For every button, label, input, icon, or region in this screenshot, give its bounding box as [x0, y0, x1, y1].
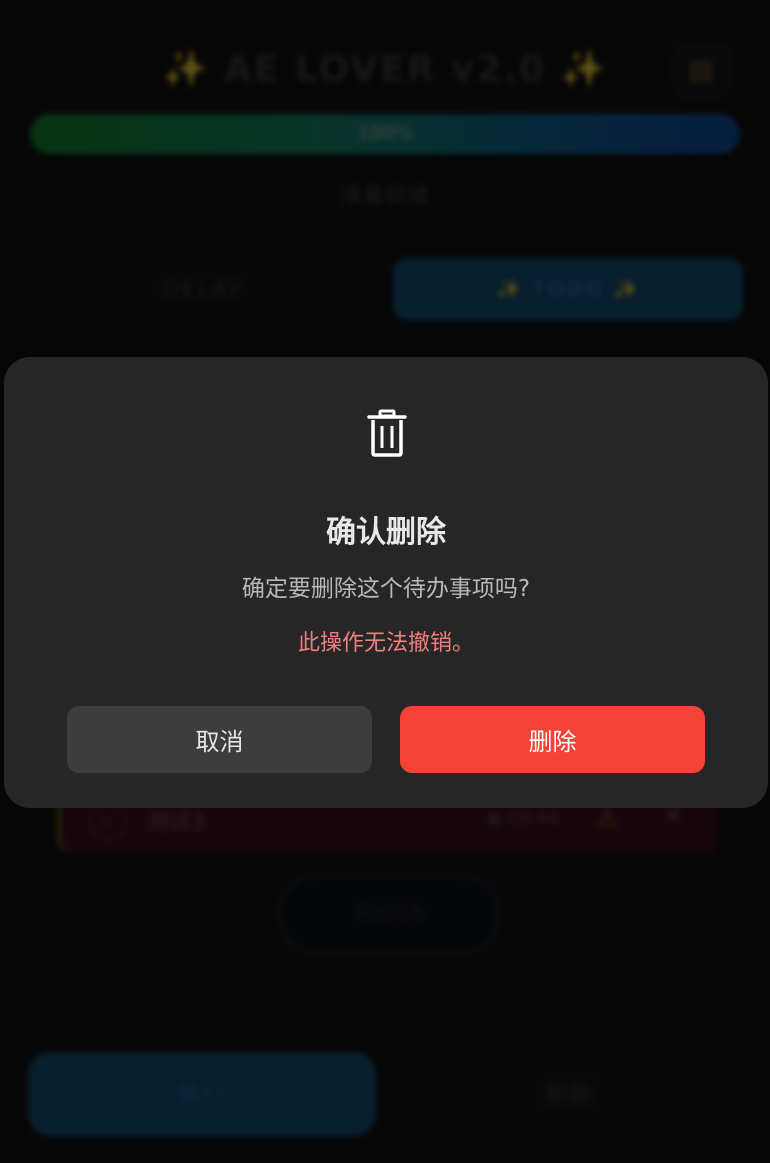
dialog-message: 确定要删除这个待办事项吗? — [241, 576, 531, 602]
trash-icon — [367, 409, 407, 457]
delete-button[interactable]: 删除 — [400, 706, 705, 773]
cancel-button[interactable]: 取消 — [67, 706, 372, 773]
dialog-title: 确认删除 — [326, 515, 446, 550]
dialog-warning: 此操作无法撤销。 — [297, 631, 474, 656]
confirm-delete-dialog: 确认删除 确定要删除这个待办事项吗? 此操作无法撤销。 取消 删除 — [4, 357, 768, 808]
